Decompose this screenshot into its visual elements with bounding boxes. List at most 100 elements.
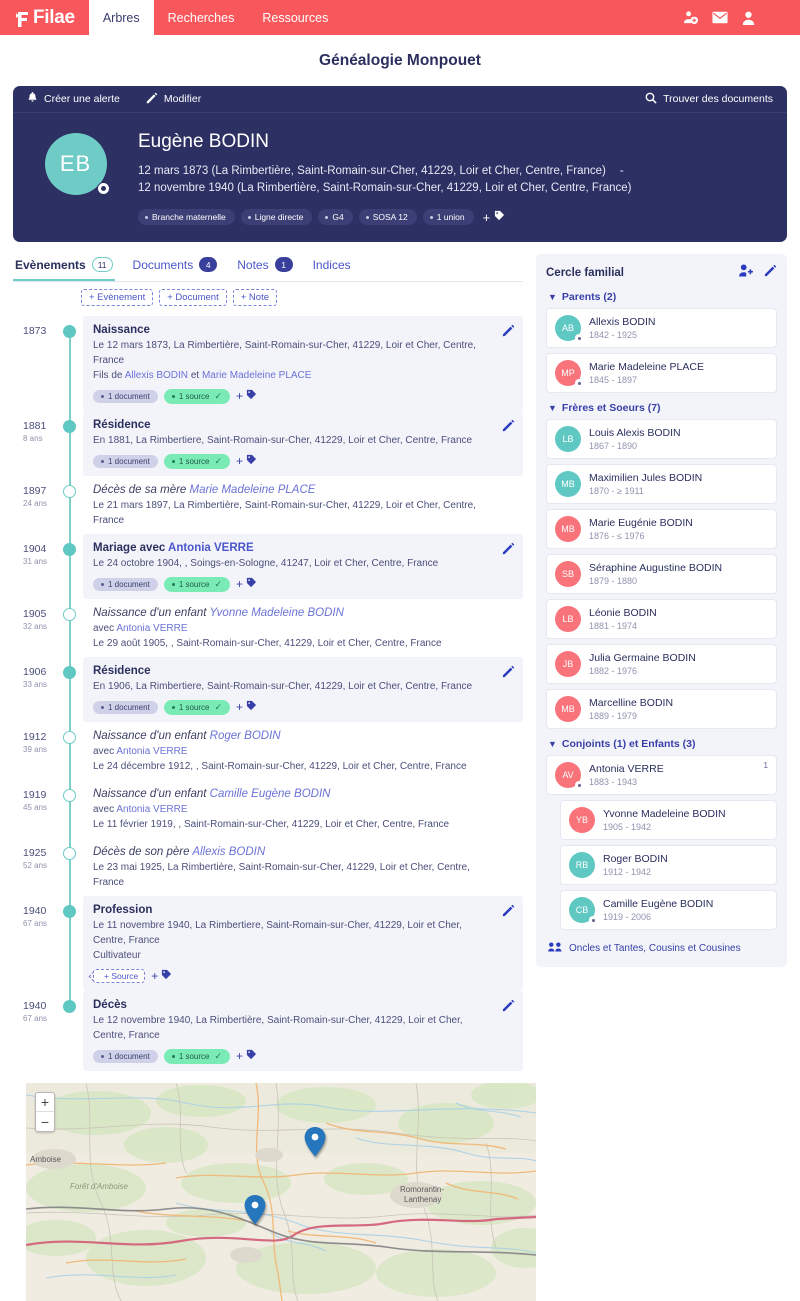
- edit-event-icon[interactable]: [502, 419, 515, 437]
- mail-icon[interactable]: [712, 11, 728, 24]
- filae-logo[interactable]: Filae: [0, 0, 89, 35]
- edit-family-icon[interactable]: [764, 264, 777, 282]
- family-member-card[interactable]: AB Allexis BODIN 1842 - 1925: [546, 308, 777, 348]
- chip-sources[interactable]: 1 source ✓: [163, 576, 231, 592]
- tag-branche-maternelle[interactable]: Branche maternelle: [138, 209, 235, 225]
- family-member-card[interactable]: LB Léonie BODIN 1881 - 1974: [546, 599, 777, 639]
- family-member-card[interactable]: MB Marcelline BODIN 1889 - 1979: [546, 689, 777, 729]
- event-title-link[interactable]: Antonia VERRE: [168, 542, 254, 554]
- nav-right-icons: [683, 0, 800, 35]
- find-documents-label: Trouver des documents: [663, 93, 773, 105]
- flag-fr-icon[interactable]: [769, 12, 784, 23]
- family-member-card[interactable]: YB Yvonne Madeleine BODIN 1905 - 1942: [560, 800, 777, 840]
- event-detail: En 1906, La Rimbertiere, Saint-Romain-su…: [93, 681, 473, 692]
- nav-links: Arbres Recherches Ressources: [88, 0, 343, 35]
- add-tag-button[interactable]: +: [236, 452, 257, 470]
- family-member-card[interactable]: SB Séraphine Augustine BODIN 1879 - 1880: [546, 554, 777, 594]
- nav-link-ressources[interactable]: Ressources: [248, 0, 342, 35]
- event-title-link[interactable]: Camille Eugène BODIN: [210, 788, 331, 800]
- chip-sources[interactable]: 1 source ✓: [163, 388, 231, 404]
- family-member-card[interactable]: JB Julia Germaine BODIN 1882 - 1976: [546, 644, 777, 684]
- member-years: 1905 - 1942: [603, 822, 652, 832]
- edit-event-icon[interactable]: [502, 324, 515, 342]
- edit-event-icon[interactable]: [502, 904, 515, 922]
- avatar[interactable]: EB: [44, 133, 110, 195]
- chip-documents[interactable]: 1 document: [93, 700, 158, 714]
- tab-notes[interactable]: Notes 1: [235, 254, 294, 281]
- member-info: Yvonne Madeleine BODIN 1905 - 1942: [603, 807, 726, 833]
- add-person-icon[interactable]: [683, 10, 698, 25]
- map-label-foret-amboise: Forêt d'Amboise: [70, 1182, 128, 1191]
- chip-sources[interactable]: 1 source ✓: [163, 699, 231, 715]
- family-group-header[interactable]: ▼ Conjoints (1) et Enfants (3): [548, 738, 777, 750]
- tag-label: 1 union: [436, 212, 465, 222]
- chip-documents[interactable]: 1 document: [93, 454, 158, 468]
- family-member-card[interactable]: MB Maximilien Jules BODIN 1870 - ≥ 1911: [546, 464, 777, 504]
- tag-union[interactable]: 1 union: [422, 209, 474, 225]
- event-title-link[interactable]: Roger BODIN: [210, 730, 281, 742]
- timeline-axis: [59, 534, 83, 600]
- family-member-card[interactable]: MP Marie Madeleine PLACE 1845 - 1897: [546, 353, 777, 393]
- family-group-header[interactable]: ▼ Parents (2): [548, 291, 777, 303]
- tab-documents[interactable]: Documents 4: [131, 254, 220, 281]
- family-member-card[interactable]: CB Camille Eugène BODIN 1919 - 2006: [560, 890, 777, 930]
- edit-profile-button[interactable]: Modifier: [146, 92, 201, 107]
- family-member-card[interactable]: MB Marie Eugénie BODIN 1876 - ≤ 1976: [546, 509, 777, 549]
- add-document-button[interactable]: + Document: [159, 289, 227, 306]
- add-tag-button[interactable]: +: [236, 698, 257, 716]
- map-zoom-in-button[interactable]: +: [36, 1093, 54, 1112]
- event-title-link[interactable]: Yvonne Madeleine BODIN: [209, 607, 343, 619]
- tab-evenements[interactable]: Evènements 11: [13, 254, 115, 281]
- create-alert-button[interactable]: Créer une alerte: [27, 91, 120, 107]
- event-title-link[interactable]: Marie Madeleine PLACE: [190, 484, 316, 496]
- tab-indices[interactable]: Indices: [311, 255, 353, 281]
- member-years: 1867 - 1890: [589, 441, 638, 451]
- edit-event-icon[interactable]: [502, 542, 515, 560]
- add-note-button[interactable]: + Note: [232, 289, 278, 306]
- chip-documents[interactable]: 1 document: [93, 1049, 158, 1063]
- nav-link-recherches[interactable]: Recherches: [154, 0, 249, 35]
- event-chips: 1 document 1 source ✓ +: [93, 452, 495, 470]
- add-source-button[interactable]: + Source: [93, 969, 146, 983]
- tag-ligne-directe[interactable]: Ligne directe: [240, 209, 313, 225]
- tag-sosa[interactable]: SOSA 12: [358, 209, 417, 225]
- event-spouse-link[interactable]: Antonia VERRE: [116, 804, 187, 815]
- add-tag-button[interactable]: +: [236, 1047, 257, 1065]
- add-tag-button[interactable]: +: [483, 208, 506, 226]
- tag-icon: [246, 698, 257, 716]
- map-zoom-out-button[interactable]: −: [36, 1112, 54, 1131]
- member-name: Yvonne Madeleine BODIN: [603, 808, 726, 820]
- event-spouse-link[interactable]: Antonia VERRE: [116, 746, 187, 757]
- edit-event-icon[interactable]: [502, 665, 515, 683]
- member-years: 1889 - 1979: [589, 711, 638, 721]
- chip-documents[interactable]: 1 document: [93, 389, 158, 403]
- timeline-axis: [59, 780, 83, 839]
- family-member-card[interactable]: AV Antonia VERRE 1883 - 1943 1: [546, 755, 777, 795]
- event-spouse-link[interactable]: Antonia VERRE: [116, 623, 187, 634]
- add-tag-button[interactable]: +: [151, 967, 172, 985]
- event-parents-line: Fils de Allexis BODIN et Marie Madeleine…: [93, 370, 312, 381]
- event-parent-link[interactable]: Allexis BODIN: [125, 370, 188, 381]
- add-tag-button[interactable]: +: [236, 387, 257, 405]
- find-documents-button[interactable]: Trouver des documents: [645, 92, 773, 107]
- map-pin-soings[interactable]: [244, 1195, 266, 1225]
- nav-link-arbres[interactable]: Arbres: [88, 0, 154, 35]
- add-evenement-button[interactable]: + Evènement: [81, 289, 154, 306]
- add-relative-icon[interactable]: [739, 264, 754, 282]
- map-pin-saint-romain[interactable]: [304, 1127, 326, 1157]
- uncles-aunts-link[interactable]: Oncles et Tantes, Cousins et Cousines: [546, 942, 777, 955]
- add-tag-button[interactable]: +: [236, 575, 257, 593]
- family-group-header[interactable]: ▼ Frères et Soeurs (7): [548, 402, 777, 414]
- family-member-card[interactable]: RB Roger BODIN 1912 - 1942: [560, 845, 777, 885]
- chip-sources[interactable]: 1 source ✓: [163, 1048, 231, 1064]
- edit-event-icon[interactable]: [502, 999, 515, 1017]
- tag-g4[interactable]: G4: [318, 209, 353, 225]
- chip-sources[interactable]: 1 source ✓: [163, 453, 231, 469]
- event-title-link[interactable]: Allexis BODIN: [192, 846, 265, 858]
- event-parent-link[interactable]: Marie Madeleine PLACE: [202, 370, 312, 381]
- chip-documents[interactable]: 1 document: [93, 577, 158, 591]
- user-icon[interactable]: [742, 11, 755, 25]
- map[interactable]: + − Amboise Forêt d'Amboise Romorantin- …: [26, 1083, 536, 1301]
- member-years: 1919 - 2006: [603, 912, 652, 922]
- family-member-card[interactable]: LB Louis Alexis BODIN 1867 - 1890: [546, 419, 777, 459]
